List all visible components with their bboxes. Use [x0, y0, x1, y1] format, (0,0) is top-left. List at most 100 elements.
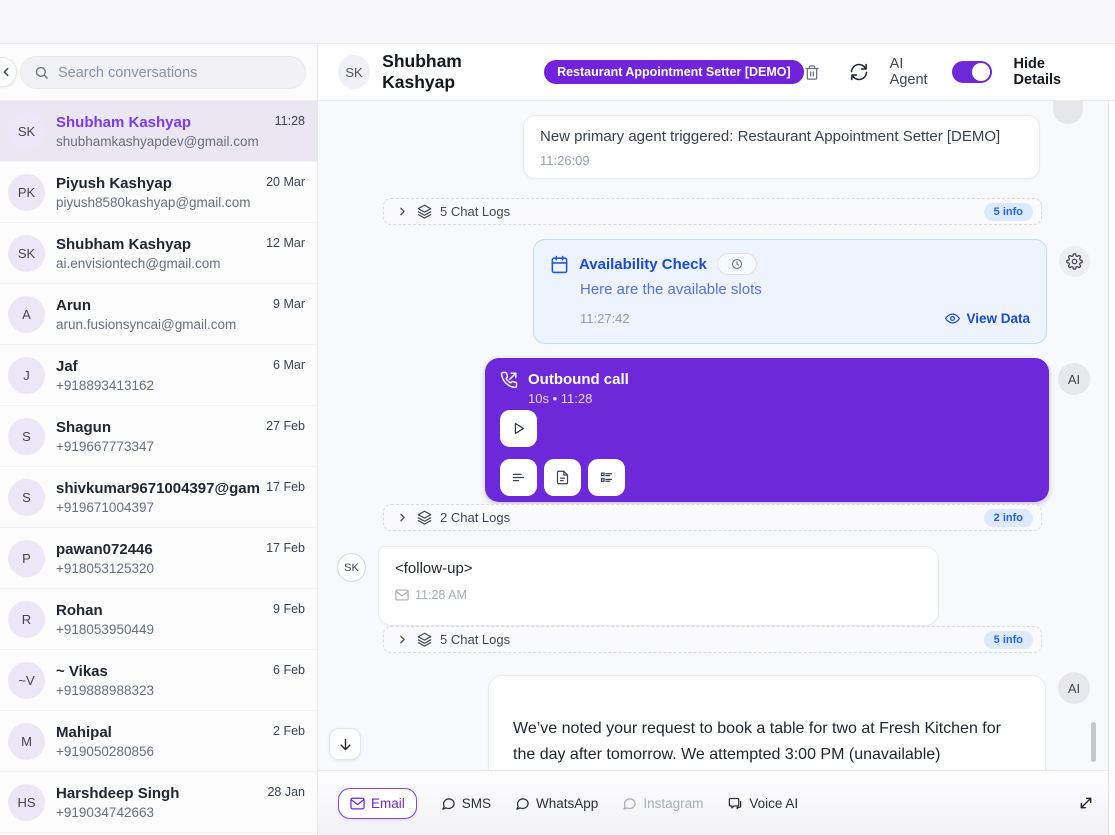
conversation-item[interactable]: SK Shubham Kashyap ai.envisiontech@gmail…: [0, 223, 317, 284]
conversation-contact: +919888988323: [56, 683, 267, 698]
conversation-item[interactable]: P pawan072446 +918053125320 17 Feb: [0, 528, 317, 589]
conversation-texts: Rohan +918053950449: [56, 602, 267, 637]
conversation-item[interactable]: J Jaf +918893413162 6 Mar: [0, 345, 317, 406]
ai-message-text: We’ve noted your request to book a table…: [513, 716, 1021, 768]
ai-agent-toggle[interactable]: [952, 61, 992, 83]
conversation-texts: Jaf +918893413162: [56, 358, 267, 393]
chat-logs-label: 5 Chat Logs: [440, 204, 510, 219]
channel-tab-voice-ai[interactable]: Voice AI: [727, 796, 798, 811]
conversation-name: Piyush Kashyap: [56, 175, 260, 192]
call-summary-button[interactable]: [588, 459, 625, 496]
conversation-name: Shagun: [56, 419, 260, 436]
view-data-button[interactable]: View Data: [945, 311, 1030, 326]
collapse-sidebar-button[interactable]: [0, 57, 17, 87]
eye-icon: [945, 311, 960, 326]
refresh-icon[interactable]: [850, 63, 868, 81]
conversation-name: Arun: [56, 297, 267, 314]
avatar: S: [8, 479, 45, 516]
channel-tab-whatsapp[interactable]: WhatsApp: [515, 796, 598, 811]
conversation-contact: +918893413162: [56, 378, 267, 393]
conversation-contact: +919671004397: [56, 500, 260, 515]
user-avatar: SK: [337, 553, 366, 582]
ai-agent-label: AI Agent: [890, 56, 940, 88]
call-header-texts: Outbound call 10s • 11:28: [528, 371, 629, 406]
conversation-contact: +919667773347: [56, 439, 260, 454]
conversation-name: Mahipal: [56, 724, 267, 741]
conversation-texts: Shagun +919667773347: [56, 419, 260, 454]
hide-details-button[interactable]: Hide Details: [1014, 56, 1089, 88]
chat-bubble-icon: [515, 796, 530, 811]
toggle-knob: [972, 63, 990, 81]
avatar: SK: [8, 235, 45, 272]
chevron-right-icon: [396, 633, 409, 646]
availability-footer: 11:27:42 View Data: [580, 311, 1030, 326]
layers-icon: [417, 632, 432, 647]
chevron-right-icon: [396, 205, 409, 218]
expand-icon[interactable]: [1078, 795, 1094, 811]
channel-tab-label: Instagram: [643, 796, 703, 811]
avatar: S: [8, 418, 45, 455]
conversation-item[interactable]: A Arun arun.fusionsyncai@gmail.com 9 Mar: [0, 284, 317, 345]
search-input[interactable]: Search conversations: [20, 56, 306, 89]
transcript-button[interactable]: [500, 459, 537, 496]
user-message-card: <follow-up> 11:28 AM: [378, 546, 939, 626]
avatar: SK: [8, 113, 45, 150]
conversation-name: ~ Vikas: [56, 663, 267, 680]
voice-chat-icon: [727, 796, 743, 811]
settings-gear-button[interactable]: [1059, 246, 1090, 277]
conversation-item[interactable]: M Mahipal +919050280856 2 Feb: [0, 711, 317, 772]
layers-icon: [417, 204, 432, 219]
arrow-down-icon: [338, 737, 353, 752]
chat-logs-group-2[interactable]: 2 Chat Logs 2 info: [383, 504, 1042, 531]
conversation-date: 17 Feb: [266, 541, 305, 555]
search-icon: [34, 65, 49, 80]
mail-icon: [395, 589, 409, 601]
conversation-texts: Piyush Kashyap piyush8580kashyap@gmail.c…: [56, 175, 260, 210]
transcript-lines-icon: [511, 470, 526, 485]
user-message-footer: 11:28 AM: [395, 588, 922, 602]
channel-tab-sms[interactable]: SMS: [441, 796, 491, 811]
header-actions: AI Agent Hide Details: [804, 56, 1089, 88]
conversation-item[interactable]: S shivkumar9671004397@gamil +91967100439…: [0, 467, 317, 528]
conversation-item[interactable]: S Shagun +919667773347 27 Feb: [0, 406, 317, 467]
clock-pill-button[interactable]: [717, 253, 757, 275]
conversation-item[interactable]: ~V ~ Vikas +919888988323 6 Feb: [0, 650, 317, 711]
chat-logs-group-1[interactable]: 5 Chat Logs 5 info: [383, 198, 1042, 225]
call-title: Outbound call: [528, 371, 629, 388]
call-notes-button[interactable]: [544, 459, 581, 496]
conversation-item[interactable]: SK Shubham Kashyap shubhamkashyapdev@gma…: [0, 101, 317, 162]
play-recording-button[interactable]: [500, 410, 537, 447]
avatar: R: [8, 601, 45, 638]
window-scrollbar-gutter: [1108, 101, 1115, 835]
app-window: Search conversations SK Shubham Kashyap …: [0, 0, 1115, 835]
conversation-item[interactable]: HS Harshdeep Singh +919034742663 28 Jan: [0, 772, 317, 833]
outbound-call-card: Outbound call 10s • 11:28: [485, 358, 1049, 502]
avatar: J: [8, 357, 45, 394]
chevron-right-icon: [396, 511, 409, 524]
call-header: Outbound call 10s • 11:28: [500, 371, 1034, 406]
chat-scrollbar-thumb[interactable]: [1091, 722, 1096, 762]
chat-logs-label: 2 Chat Logs: [440, 510, 510, 525]
system-message-card: New primary agent triggered: Restaurant …: [523, 115, 1040, 179]
avatar: PK: [8, 174, 45, 211]
scroll-to-bottom-button[interactable]: [329, 728, 361, 760]
conversation-item[interactable]: R Rohan +918053950449 9 Feb: [0, 589, 317, 650]
channel-tab-instagram[interactable]: Instagram: [622, 796, 703, 811]
conversation-name: shivkumar9671004397@gamil: [56, 480, 260, 497]
avatar: ~V: [8, 662, 45, 699]
view-data-label: View Data: [966, 311, 1030, 326]
chevron-left-icon: [0, 65, 13, 79]
conversation-texts: Arun arun.fusionsyncai@gmail.com: [56, 297, 267, 332]
conversation-item[interactable]: PK Piyush Kashyap piyush8580kashyap@gmai…: [0, 162, 317, 223]
mail-icon: [350, 797, 365, 810]
channel-tab-email[interactable]: Email: [338, 788, 417, 819]
delete-conversation-button[interactable]: [804, 64, 820, 81]
message-list[interactable]: New primary agent triggered: Restaurant …: [318, 101, 1108, 770]
info-badge: 2 info: [984, 509, 1033, 527]
chat-logs-label: 5 Chat Logs: [440, 632, 510, 647]
avatar: M: [8, 723, 45, 760]
chat-logs-group-3[interactable]: 5 Chat Logs 5 info: [383, 626, 1042, 653]
conversation-date: 12 Mar: [266, 236, 305, 250]
conversation-date: 9 Feb: [273, 602, 305, 616]
conversation-contact: +918053125320: [56, 561, 260, 576]
